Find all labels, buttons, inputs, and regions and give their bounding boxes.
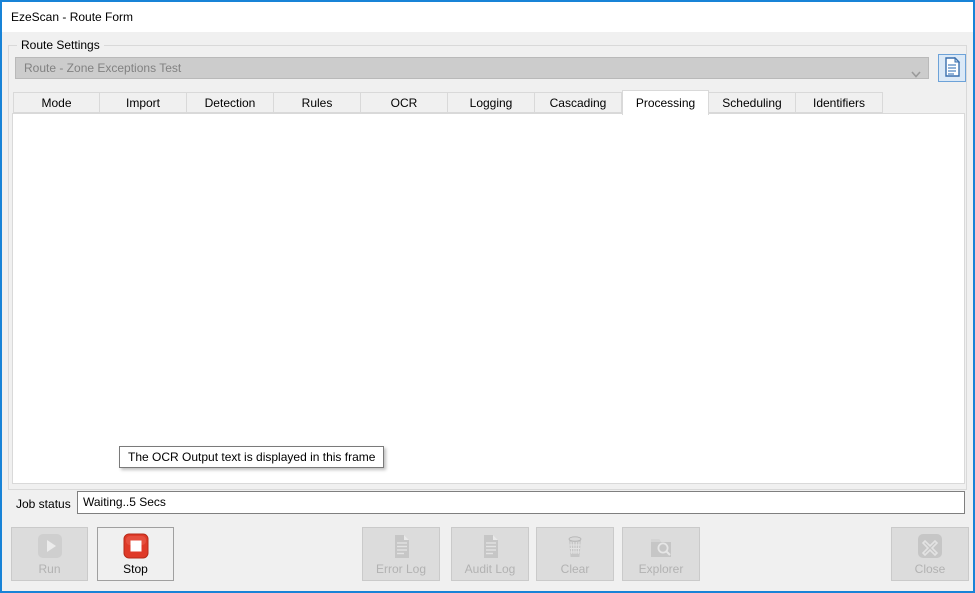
chevron-down-icon (911, 64, 921, 79)
processing-tab-page (12, 113, 965, 484)
tab-import[interactable]: Import (100, 92, 187, 113)
play-icon (35, 533, 65, 561)
view-route-document-button[interactable] (938, 54, 966, 82)
route-form-window: EzeScan - Route Form Route Settings Rout… (0, 0, 975, 593)
tab-detection[interactable]: Detection (187, 92, 274, 113)
close-icon (915, 533, 945, 561)
job-status-field[interactable]: Waiting..5 Secs (77, 491, 965, 514)
tab-identifiers[interactable]: Identifiers (796, 92, 883, 113)
route-select[interactable]: Route - Zone Exceptions Test (15, 57, 929, 79)
stop-icon (121, 533, 151, 561)
ocr-output-tooltip: The OCR Output text is displayed in this… (119, 446, 384, 468)
document-icon (943, 57, 961, 80)
close-button[interactable]: Close (891, 527, 969, 581)
clear-button[interactable]: Clear (536, 527, 614, 581)
route-tab-strip: Mode Import Detection Rules OCR Logging … (13, 90, 883, 113)
job-status-label: Job status (16, 497, 71, 511)
title-bar[interactable]: EzeScan - Route Form (2, 2, 973, 32)
error-log-icon (386, 533, 416, 561)
folder-search-icon (646, 533, 676, 561)
window-title: EzeScan - Route Form (11, 10, 133, 24)
trash-icon (560, 533, 590, 561)
audit-log-button[interactable]: Audit Log (451, 527, 529, 581)
route-settings-label: Route Settings (17, 38, 104, 52)
audit-log-icon (475, 533, 505, 561)
explorer-button[interactable]: Explorer (622, 527, 700, 581)
route-select-value: Route - Zone Exceptions Test (24, 61, 181, 75)
tab-processing[interactable]: Processing (622, 90, 709, 115)
stop-button[interactable]: Stop (97, 527, 174, 581)
run-button[interactable]: Run (11, 527, 88, 581)
tab-logging[interactable]: Logging (448, 92, 535, 113)
tab-ocr[interactable]: OCR (361, 92, 448, 113)
error-log-button[interactable]: Error Log (362, 527, 440, 581)
tab-rules[interactable]: Rules (274, 92, 361, 113)
tab-mode[interactable]: Mode (13, 92, 100, 113)
tab-scheduling[interactable]: Scheduling (709, 92, 796, 113)
tab-cascading[interactable]: Cascading (535, 92, 622, 113)
